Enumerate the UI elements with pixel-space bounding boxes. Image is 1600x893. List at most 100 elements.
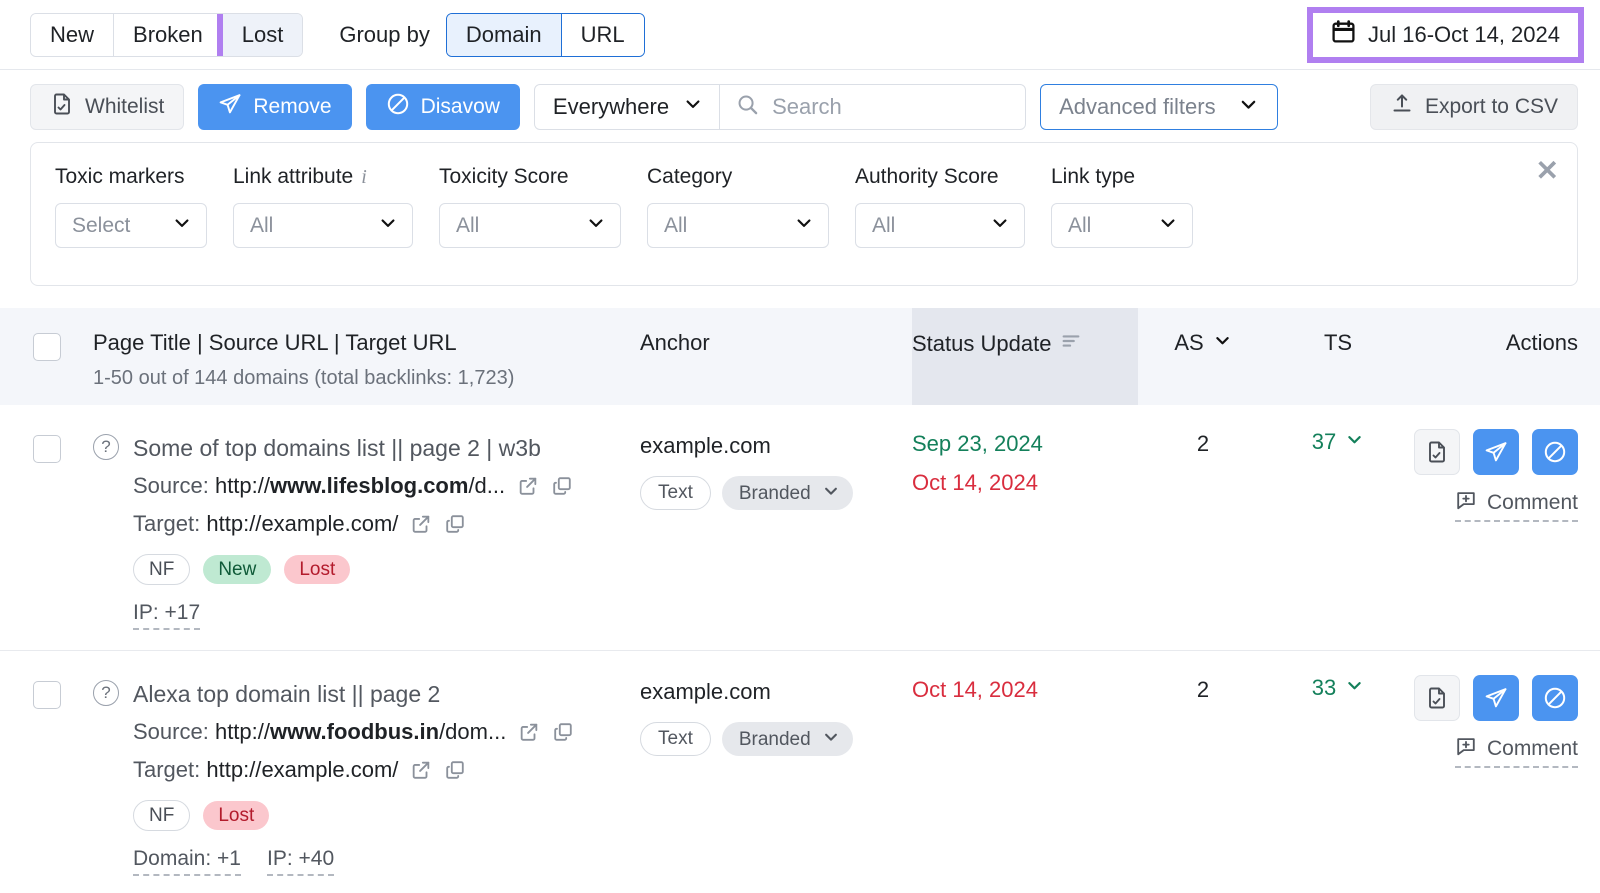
tab-new[interactable]: New xyxy=(31,14,114,56)
export-to-csv-button[interactable]: Export to CSV xyxy=(1370,84,1578,130)
group-by-url[interactable]: URL xyxy=(562,14,644,56)
source-url-line: Source: http://www.foodbus.in/dom... xyxy=(133,713,574,751)
link-type-select[interactable]: All xyxy=(1051,203,1193,248)
header-ts-cell[interactable]: TS xyxy=(1268,330,1408,356)
source-domain: www.lifesblog.com xyxy=(270,467,468,505)
header-actions: Actions xyxy=(1408,330,1578,356)
toxicity-score-value[interactable]: 37 xyxy=(1312,429,1364,455)
ts-number: 37 xyxy=(1312,429,1336,455)
row-remove-button[interactable] xyxy=(1473,429,1519,475)
tag-nofollow: NF xyxy=(133,554,190,585)
tab-lost[interactable]: Lost xyxy=(223,14,303,56)
anchor-type-tag: Text xyxy=(640,476,711,510)
authority-score-value: 2 xyxy=(1138,429,1268,459)
authority-score-value: 2 xyxy=(1138,675,1268,705)
open-external-icon[interactable] xyxy=(518,721,540,743)
toxicity-score-select[interactable]: All xyxy=(439,203,621,248)
comment-label: Comment xyxy=(1487,491,1578,515)
source-prefix: http:// xyxy=(215,467,270,505)
comment-label: Comment xyxy=(1487,737,1578,761)
tag-nofollow: NF xyxy=(133,800,190,831)
anchor-category-dropdown[interactable]: Branded xyxy=(722,476,853,510)
header-anchor: Anchor xyxy=(640,330,912,356)
row-remove-button[interactable] xyxy=(1473,675,1519,721)
anchor-category-label: Branded xyxy=(739,484,811,503)
copy-icon[interactable] xyxy=(444,513,466,535)
copy-icon[interactable] xyxy=(552,721,574,743)
search-icon xyxy=(736,93,759,121)
meta-ip[interactable]: IP: +17 xyxy=(133,601,200,630)
whitelist-button[interactable]: Whitelist xyxy=(30,84,184,130)
add-comment-button[interactable]: Comment xyxy=(1455,735,1578,768)
group-by-domain[interactable]: Domain xyxy=(447,14,562,56)
meta-ip[interactable]: IP: +40 xyxy=(267,847,334,876)
sort-icon[interactable] xyxy=(1060,330,1082,358)
document-check-icon xyxy=(50,92,74,122)
tag-lost: Lost xyxy=(203,801,269,830)
tab-broken[interactable]: Broken xyxy=(114,14,223,56)
row-meta: IP: +17 xyxy=(133,601,573,630)
question-circle-icon[interactable]: ? xyxy=(93,434,119,460)
open-external-icon[interactable] xyxy=(410,759,432,781)
remove-button[interactable]: Remove xyxy=(198,84,351,130)
table-row: ? Some of top domains list || page 2 | w… xyxy=(0,405,1600,651)
filter-category: Category All xyxy=(647,165,829,259)
chevron-down-icon xyxy=(794,213,814,239)
filter-link-attribute: Link attribute i All xyxy=(233,165,413,259)
open-external-icon[interactable] xyxy=(517,475,539,497)
row-checkbox[interactable] xyxy=(33,681,61,709)
category-select[interactable]: All xyxy=(647,203,829,248)
date-range-wrapper: Jul 16-Oct 14, 2024 xyxy=(1313,13,1578,57)
calendar-icon xyxy=(1331,19,1356,50)
row-whitelist-button[interactable] xyxy=(1414,429,1460,475)
disavow-button[interactable]: Disavow xyxy=(366,84,520,130)
anchor-category-dropdown[interactable]: Branded xyxy=(722,722,853,756)
authority-score-select[interactable]: All xyxy=(855,203,1025,248)
row-disavow-button[interactable] xyxy=(1532,429,1578,475)
close-icon[interactable]: ✕ xyxy=(1536,157,1559,185)
filter-label: Authority Score xyxy=(855,165,1025,189)
row-main-cell: ? Some of top domains list || page 2 | w… xyxy=(93,429,640,630)
header-as-cell[interactable]: AS xyxy=(1138,330,1268,356)
row-whitelist-button[interactable] xyxy=(1414,675,1460,721)
row-main-cell: ? Alexa top domain list || page 2 Source… xyxy=(93,675,640,876)
chevron-down-icon xyxy=(1345,675,1364,701)
search-input[interactable] xyxy=(772,94,1009,120)
question-circle-icon[interactable]: ? xyxy=(93,680,119,706)
filter-label-text: Authority Score xyxy=(855,165,999,189)
filter-label-text: Link attribute xyxy=(233,165,353,189)
page-title-link[interactable]: Some of top domains list || page 2 | w3b xyxy=(133,429,573,467)
chevron-down-icon xyxy=(586,213,606,239)
page-title-link[interactable]: Alexa top domain list || page 2 xyxy=(133,675,574,713)
date-range-picker[interactable]: Jul 16-Oct 14, 2024 xyxy=(1313,13,1578,57)
header-main-cell: Page Title | Source URL | Target URL 1-5… xyxy=(93,330,640,390)
link-status-tabs: New Broken Lost xyxy=(30,13,303,57)
row-as-cell: 2 xyxy=(1138,429,1268,459)
info-icon[interactable]: i xyxy=(361,166,367,189)
status-date-lost: Oct 14, 2024 xyxy=(912,675,1138,705)
open-external-icon[interactable] xyxy=(410,513,432,535)
scope-dropdown[interactable]: Everywhere xyxy=(535,85,720,129)
link-attribute-select[interactable]: All xyxy=(233,203,413,248)
filter-label-text: Toxic markers xyxy=(55,165,185,189)
advanced-filters-button[interactable]: Advanced filters xyxy=(1040,84,1278,130)
scope-and-search: Everywhere xyxy=(534,84,1026,130)
row-tags: NF Lost xyxy=(133,800,574,831)
toxicity-score-value[interactable]: 33 xyxy=(1312,675,1364,701)
group-by-domain-label: Domain xyxy=(466,22,542,48)
meta-domain[interactable]: Domain: +1 xyxy=(133,847,241,876)
group-by-label: Group by xyxy=(339,22,430,48)
copy-icon[interactable] xyxy=(444,759,466,781)
row-checkbox[interactable] xyxy=(33,435,61,463)
toxic-markers-select[interactable]: Select xyxy=(55,203,207,248)
search-field-wrapper[interactable] xyxy=(720,85,1025,129)
header-status-cell[interactable]: Status Update xyxy=(912,308,1138,405)
comment-add-icon xyxy=(1455,489,1477,517)
row-disavow-button[interactable] xyxy=(1532,675,1578,721)
filter-label: Category xyxy=(647,165,829,189)
add-comment-button[interactable]: Comment xyxy=(1455,489,1578,522)
target-prefix: http:// xyxy=(206,751,261,789)
copy-icon[interactable] xyxy=(551,475,573,497)
select-all-checkbox[interactable] xyxy=(33,333,61,361)
document-check-icon xyxy=(1425,686,1449,710)
